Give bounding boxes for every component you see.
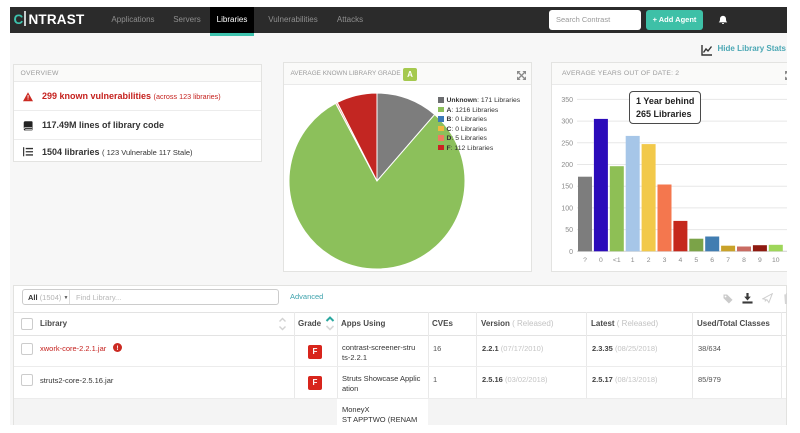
svg-text:?: ?	[583, 257, 587, 264]
svg-text:8: 8	[742, 257, 746, 264]
svg-text:3: 3	[663, 257, 667, 264]
svg-text:4: 4	[679, 257, 683, 264]
svg-text:0: 0	[599, 257, 603, 264]
svg-text:100: 100	[561, 205, 573, 212]
svg-text:!: !	[116, 345, 118, 352]
svg-text:350: 350	[561, 97, 573, 104]
svg-text:10: 10	[772, 257, 780, 264]
svg-text:200: 200	[561, 162, 573, 169]
svg-text:2: 2	[647, 257, 651, 264]
svg-text:6: 6	[710, 257, 714, 264]
svg-text:7: 7	[726, 257, 730, 264]
svg-text:<1: <1	[613, 257, 621, 264]
svg-text:50: 50	[565, 227, 573, 234]
svg-text:150: 150	[561, 184, 573, 191]
svg-text:300: 300	[561, 119, 573, 126]
svg-text:0: 0	[569, 249, 573, 256]
svg-text:!: !	[27, 95, 29, 102]
svg-text:250: 250	[561, 140, 573, 147]
svg-text:1: 1	[631, 257, 635, 264]
svg-text:5: 5	[694, 257, 698, 264]
svg-text:9: 9	[758, 257, 762, 264]
